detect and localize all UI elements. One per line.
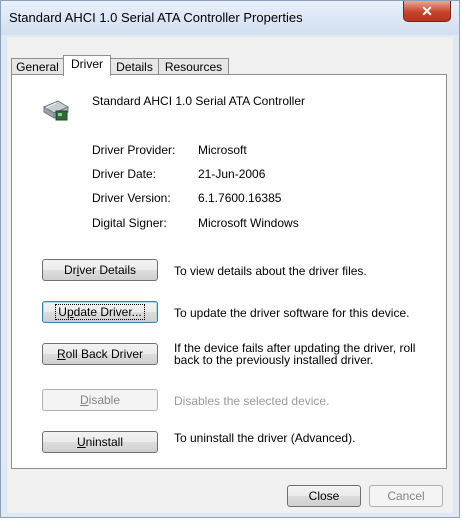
tab-driver[interactable]: Driver: [63, 55, 111, 76]
driver-details-button[interactable]: Driver Details: [42, 259, 158, 281]
driver-provider-label: Driver Provider:: [92, 143, 176, 157]
driver-details-description: To view details about the driver files.: [174, 264, 367, 278]
roll-back-driver-label: Roll Back Driver: [56, 347, 144, 361]
window-title: Standard AHCI 1.0 Serial ATA Controller …: [9, 10, 303, 25]
close-window-button[interactable]: ✕: [403, 1, 451, 22]
roll-back-driver-button[interactable]: Roll Back Driver: [42, 343, 158, 365]
tab-resources[interactable]: Resources: [158, 58, 229, 75]
update-driver-label: Update Driver...: [55, 304, 145, 320]
disable-label: Disable: [79, 393, 121, 407]
disable-description: Disables the selected device.: [174, 394, 330, 408]
driver-provider-value: Microsoft: [198, 143, 247, 157]
tab-strip: General Driver Details Resources: [11, 55, 447, 76]
device-name: Standard AHCI 1.0 Serial ATA Controller: [92, 94, 305, 108]
digital-signer-value: Microsoft Windows: [198, 216, 299, 230]
update-driver-description: To update the driver software for this d…: [174, 306, 410, 320]
driver-version-value: 6.1.7600.16385: [198, 191, 282, 205]
update-driver-button[interactable]: Update Driver...: [42, 301, 158, 323]
driver-tab-panel: Standard AHCI 1.0 Serial ATA Controller …: [11, 74, 447, 469]
properties-dialog: Standard AHCI 1.0 Serial ATA Controller …: [0, 0, 460, 518]
roll-back-description-line2: back to the previously installed driver.: [174, 353, 374, 367]
dialog-client: General Driver Details Resources Standar…: [7, 37, 453, 513]
controller-card-icon: [42, 100, 70, 121]
disable-button[interactable]: Disable: [42, 389, 158, 411]
close-icon: ✕: [421, 3, 433, 19]
uninstall-description: To uninstall the driver (Advanced).: [174, 431, 356, 445]
driver-date-value: 21-Jun-2006: [198, 167, 266, 181]
title-bar[interactable]: Standard AHCI 1.0 Serial ATA Controller …: [1, 1, 459, 35]
tab-details[interactable]: Details: [110, 58, 159, 75]
close-button[interactable]: Close: [287, 485, 361, 507]
digital-signer-label: Digital Signer:: [92, 216, 167, 230]
driver-date-label: Driver Date:: [92, 167, 157, 181]
cancel-button[interactable]: Cancel: [369, 485, 443, 507]
driver-version-label: Driver Version:: [92, 191, 171, 205]
uninstall-button[interactable]: Uninstall: [42, 431, 158, 453]
driver-details-label: Driver Details: [63, 263, 137, 277]
tab-general[interactable]: General: [11, 58, 64, 75]
uninstall-label: Uninstall: [76, 435, 124, 449]
